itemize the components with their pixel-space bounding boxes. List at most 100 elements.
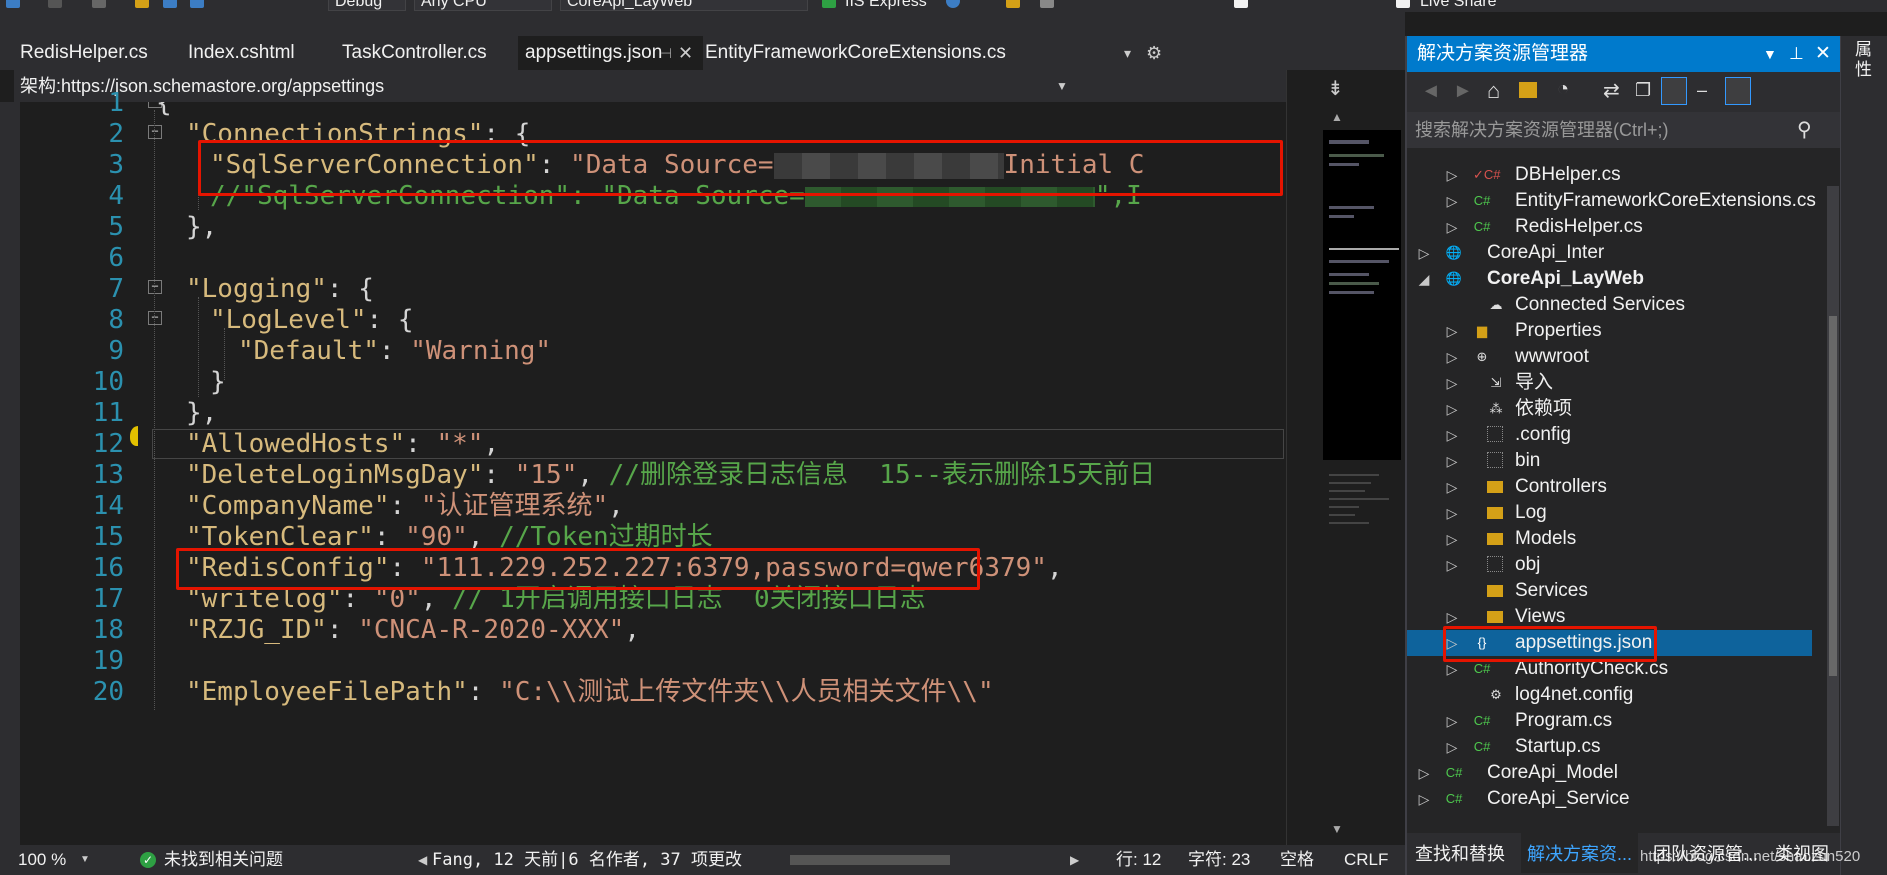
expand-arrow-icon[interactable]: ▷	[1445, 162, 1459, 188]
expand-arrow-icon[interactable]: ▷	[1445, 396, 1459, 422]
scroll-right-icon[interactable]: ▶	[1070, 845, 1079, 875]
back-icon[interactable]: ◄	[1421, 80, 1441, 103]
split-editor-icon[interactable]: ⇟	[1327, 76, 1344, 101]
tree-item[interactable]: ▷ ⁂ 依赖项	[1407, 396, 1827, 422]
expand-arrow-icon[interactable]: ▷	[1445, 526, 1459, 552]
tree-item[interactable]: ▷ Log	[1407, 500, 1827, 526]
back-icon[interactable]	[6, 0, 20, 8]
collapse-all-icon[interactable]: ❐	[1635, 80, 1651, 101]
refresh-icon[interactable]	[946, 0, 960, 8]
save-icon[interactable]	[163, 0, 177, 8]
expand-arrow-icon[interactable]: ▷	[1445, 344, 1459, 370]
tree-item[interactable]: ▷ ✓C# DBHelper.cs	[1407, 162, 1827, 188]
fold-toggle-icon[interactable]: −	[148, 280, 162, 294]
live-share-icon[interactable]	[1396, 0, 1410, 8]
tree-item[interactable]: ▷ Models	[1407, 526, 1827, 552]
expand-arrow-icon[interactable]: ▷	[1445, 734, 1459, 760]
tab-redishelper[interactable]: RedisHelper.cs	[20, 36, 148, 70]
tab-appsettings[interactable]: appsettings.json ⊣ ✕	[518, 36, 703, 70]
expand-arrow-icon[interactable]: ▷	[1445, 318, 1459, 344]
platform-select[interactable]: Any CPU	[414, 0, 552, 11]
tree-item[interactable]: ▷ ⊕ wwwroot	[1407, 344, 1827, 370]
tree-item[interactable]: ☁ Connected Services	[1407, 292, 1827, 318]
code-editor[interactable]: − − − − { "ConnectionStrings": { "SqlSer…	[138, 102, 1286, 845]
expand-arrow-icon[interactable]: ▷	[1445, 214, 1459, 240]
issues-status[interactable]: 未找到相关问题	[164, 845, 283, 875]
tree-item[interactable]: ▷ Controllers	[1407, 474, 1827, 500]
tab-find-replace[interactable]: 查找和替换	[1415, 833, 1505, 875]
tree-item[interactable]: ▷ C# Program.cs	[1407, 708, 1827, 734]
horizontal-scrollbar[interactable]	[790, 855, 950, 865]
live-share-button[interactable]: Live Share	[1420, 0, 1497, 11]
tree-item[interactable]: ◢ 🌐 CoreApi_LayWeb	[1407, 266, 1827, 292]
scroll-up-icon[interactable]: ▲	[1331, 110, 1343, 124]
git-info[interactable]: Fang, 12 天前|6 名作者, 37 项更改	[432, 845, 742, 875]
tree-item[interactable]: ▷ C# EntityFrameworkCoreExtensions.cs	[1407, 188, 1827, 214]
forward-icon[interactable]: ►	[1453, 80, 1473, 103]
browser-link-icon[interactable]	[1006, 0, 1020, 8]
whitespace-mode[interactable]: 空格	[1280, 845, 1314, 875]
expand-arrow-icon[interactable]: ▷	[1445, 188, 1459, 214]
toolbox-icon[interactable]	[1040, 0, 1054, 8]
tree-item[interactable]: Services	[1407, 578, 1827, 604]
properties-side-tab[interactable]: 属性	[1840, 36, 1887, 875]
minimap-viewport[interactable]	[1323, 130, 1401, 460]
bookmark-icon[interactable]	[1234, 0, 1248, 8]
pin-icon[interactable]: ⊣	[660, 36, 672, 70]
tree-item[interactable]: ▷ .config	[1407, 422, 1827, 448]
fold-toggle-icon[interactable]: −	[148, 311, 162, 325]
search-icon[interactable]: ⚲	[1797, 112, 1812, 148]
expand-arrow-icon[interactable]: ▷	[1445, 370, 1459, 396]
new-item-icon[interactable]	[92, 0, 106, 8]
expand-arrow-icon[interactable]: ▷	[1445, 708, 1459, 734]
close-tab-icon[interactable]: ✕	[678, 36, 693, 70]
expand-arrow-icon[interactable]: ▷	[1445, 474, 1459, 500]
scroll-down-icon[interactable]: ▼	[1331, 822, 1343, 836]
tab-efcore-extensions[interactable]: EntityFrameworkCoreExtensions.cs	[705, 36, 1006, 70]
tree-item[interactable]: ▷ obj	[1407, 552, 1827, 578]
switch-views-icon[interactable]	[1519, 82, 1537, 98]
open-folder-icon[interactable]	[135, 0, 149, 8]
tree-item[interactable]: ▷ bin	[1407, 448, 1827, 474]
config-select[interactable]: Debug	[328, 0, 406, 11]
run-target[interactable]: IIS Express	[845, 0, 927, 11]
tab-solution-explorer[interactable]: 解决方案资...	[1521, 833, 1639, 873]
expand-arrow-icon[interactable]: ▷	[1417, 240, 1431, 266]
schema-dropdown-icon[interactable]: ▼	[1056, 70, 1068, 102]
pin-panel-icon[interactable]: ⊥	[1789, 36, 1804, 72]
sync-icon[interactable]: ⇄	[1603, 78, 1620, 103]
codelens-prev-icon[interactable]: ◀	[418, 845, 427, 875]
run-icon[interactable]	[822, 0, 836, 8]
expand-arrow-icon[interactable]: ▷	[1445, 422, 1459, 448]
tab-list-dropdown-icon[interactable]: ▾	[1124, 36, 1131, 70]
expand-arrow-icon[interactable]: ▷	[1417, 760, 1431, 786]
show-all-files-icon[interactable]	[1661, 77, 1687, 105]
expand-arrow-icon[interactable]: ▷	[1445, 552, 1459, 578]
forward-icon[interactable]	[48, 0, 62, 8]
fold-toggle-icon[interactable]: −	[148, 125, 162, 139]
home-icon[interactable]: ⌂	[1487, 78, 1500, 104]
save-all-icon[interactable]	[190, 0, 204, 8]
collapse-arrow-icon[interactable]: ◢	[1417, 266, 1431, 292]
settings-gear-icon[interactable]: ⚙	[1146, 36, 1162, 70]
tab-taskcontroller[interactable]: TaskController.cs	[342, 36, 487, 70]
tree-scrollbar[interactable]	[1827, 186, 1839, 826]
properties-icon[interactable]: –	[1697, 80, 1707, 101]
panel-menu-icon[interactable]: ▼	[1763, 36, 1777, 72]
tree-item[interactable]: ⚙ log4net.config	[1407, 682, 1827, 708]
expand-arrow-icon[interactable]: ▷	[1445, 500, 1459, 526]
tree-item[interactable]: ▷ C# CoreApi_Model	[1407, 760, 1827, 786]
close-panel-icon[interactable]: ✕	[1815, 36, 1831, 72]
pending-changes-icon[interactable]: ◔	[1557, 78, 1569, 101]
solution-search-box[interactable]: 搜索解决方案资源管理器(Ctrl+;) ⚲	[1407, 112, 1842, 148]
expand-arrow-icon[interactable]: ▷	[1417, 786, 1431, 812]
zoom-level[interactable]: 100 %	[18, 845, 66, 875]
tree-item[interactable]: ▷ C# Startup.cs	[1407, 734, 1827, 760]
zoom-dropdown-icon[interactable]: ▼	[80, 845, 90, 875]
startup-project-select[interactable]: CoreApi_LayWeb	[560, 0, 808, 11]
tree-item[interactable]: ▷ ⇲ 导入	[1407, 370, 1827, 396]
line-ending[interactable]: CRLF	[1344, 845, 1388, 875]
expand-arrow-icon[interactable]: ▷	[1445, 448, 1459, 474]
tree-item[interactable]: ▷ C# RedisHelper.cs	[1407, 214, 1827, 240]
tree-item[interactable]: ▷ 🌐 CoreApi_Inter	[1407, 240, 1827, 266]
